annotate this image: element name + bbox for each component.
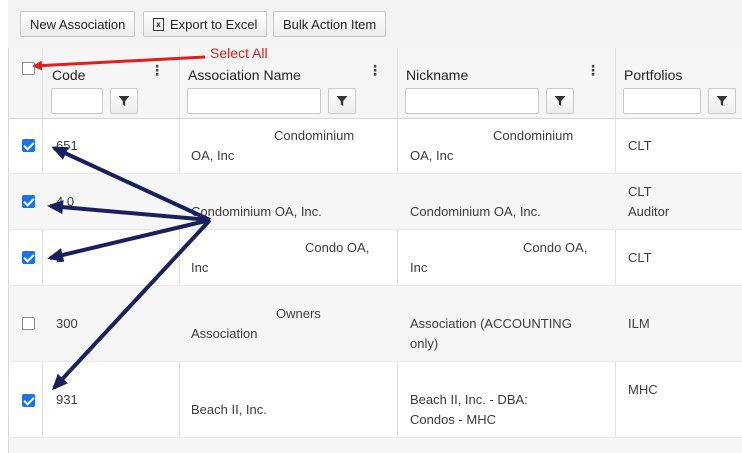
filter-icon bbox=[554, 96, 566, 106]
column-header-portfolios[interactable]: Portfolios bbox=[624, 67, 682, 83]
nickname-line1: Association (ACCOUNTING bbox=[410, 316, 572, 331]
portfolios-filter-input[interactable] bbox=[623, 88, 701, 114]
row-checkbox[interactable] bbox=[22, 139, 35, 152]
association-name-line2: Beach II, Inc. bbox=[191, 402, 267, 417]
nickname-column-menu-icon[interactable]: ⋮ bbox=[586, 63, 600, 77]
nickname-line2: Condominium OA, Inc. bbox=[410, 204, 541, 219]
column-header-association-name[interactable]: Association Name bbox=[188, 67, 301, 83]
portfolios-line1: MHC bbox=[628, 382, 658, 397]
association-name-filter-input[interactable] bbox=[187, 88, 321, 114]
association-name-line2: Condominium OA, Inc. bbox=[191, 204, 322, 219]
association-name-column-menu-icon[interactable]: ⋮ bbox=[368, 63, 382, 77]
select-all-annotation: Select All bbox=[210, 45, 268, 61]
code-cell: 651 bbox=[56, 138, 78, 153]
table-row[interactable]: 2 Condo OA, Inc Condo OA, Inc CLT bbox=[9, 230, 742, 286]
filter-icon bbox=[118, 96, 130, 106]
association-name-line1: Condominium bbox=[274, 128, 355, 143]
grid-toolbar: New Association x Export to Excel Bulk A… bbox=[8, 0, 742, 49]
nickname-line2: only) bbox=[410, 336, 439, 351]
new-association-button[interactable]: New Association bbox=[20, 11, 136, 37]
code-cell: 2 bbox=[56, 250, 64, 265]
nickname-line1: Beach II, Inc. - DBA: bbox=[410, 392, 528, 407]
column-header-code[interactable]: Code bbox=[52, 67, 85, 83]
code-column-menu-icon[interactable]: ⋮ bbox=[150, 63, 164, 77]
portfolios-filter-button[interactable] bbox=[708, 88, 736, 114]
row-checkbox[interactable] bbox=[22, 394, 35, 407]
portfolios-line1: CLT bbox=[628, 184, 652, 199]
nickname-line1: Condo OA, bbox=[523, 240, 588, 255]
bulk-action-item-button[interactable]: Bulk Action Item bbox=[273, 11, 387, 37]
code-filter-input[interactable] bbox=[51, 88, 103, 114]
nickname-line2: Condos - MHC bbox=[410, 412, 496, 427]
table-row[interactable]: 4 0 Condominium OA, Inc. Condominium OA,… bbox=[9, 174, 742, 230]
table-row[interactable] bbox=[9, 438, 742, 453]
export-to-excel-label: Export to Excel bbox=[170, 16, 258, 32]
table-row[interactable]: 651 Condominium OA, Inc Condominium OA, … bbox=[9, 118, 742, 174]
portfolios-line1: CLT bbox=[628, 250, 652, 265]
association-name-line2: Inc bbox=[191, 260, 209, 275]
portfolios-line2: Auditor bbox=[628, 204, 670, 219]
association-name-filter-button[interactable] bbox=[328, 88, 356, 114]
row-checkbox[interactable] bbox=[22, 317, 35, 330]
select-all-checkbox[interactable] bbox=[22, 62, 35, 75]
association-name-line2: OA, Inc bbox=[191, 148, 235, 163]
code-cell: 4 0 bbox=[56, 194, 75, 209]
filter-icon bbox=[716, 96, 728, 106]
column-header-nickname[interactable]: Nickname bbox=[406, 67, 468, 83]
nickname-line1: Condominium bbox=[493, 128, 574, 143]
association-name-line2: Association bbox=[191, 326, 258, 341]
association-grid: Code ⋮ Association Name ⋮ Nickname ⋮ Por… bbox=[8, 48, 742, 453]
bulk-action-item-label: Bulk Action Item bbox=[283, 16, 377, 32]
table-row[interactable]: 931 Beach II, Inc. Beach II, Inc. - DBA:… bbox=[9, 362, 742, 438]
portfolios-line1: CLT bbox=[628, 138, 652, 153]
association-name-line1: Condo OA, bbox=[305, 240, 370, 255]
row-checkbox[interactable] bbox=[22, 251, 35, 264]
nickname-line2: OA, Inc bbox=[410, 148, 454, 163]
export-to-excel-button[interactable]: x Export to Excel bbox=[143, 11, 268, 37]
code-cell: 300 bbox=[56, 316, 78, 331]
nickname-line2: Inc bbox=[410, 260, 428, 275]
excel-icon: x bbox=[153, 17, 164, 31]
code-cell: 931 bbox=[56, 392, 78, 407]
association-name-line1: Owners bbox=[276, 306, 321, 321]
table-row[interactable]: 300 Owners Association Association (ACCO… bbox=[9, 286, 742, 362]
portfolios-line1: ILM bbox=[628, 316, 650, 331]
filter-icon bbox=[336, 96, 348, 106]
row-checkbox[interactable] bbox=[22, 195, 35, 208]
nickname-filter-button[interactable] bbox=[546, 88, 574, 114]
new-association-label: New Association bbox=[30, 16, 126, 32]
code-filter-button[interactable] bbox=[110, 88, 138, 114]
nickname-filter-input[interactable] bbox=[405, 88, 539, 114]
